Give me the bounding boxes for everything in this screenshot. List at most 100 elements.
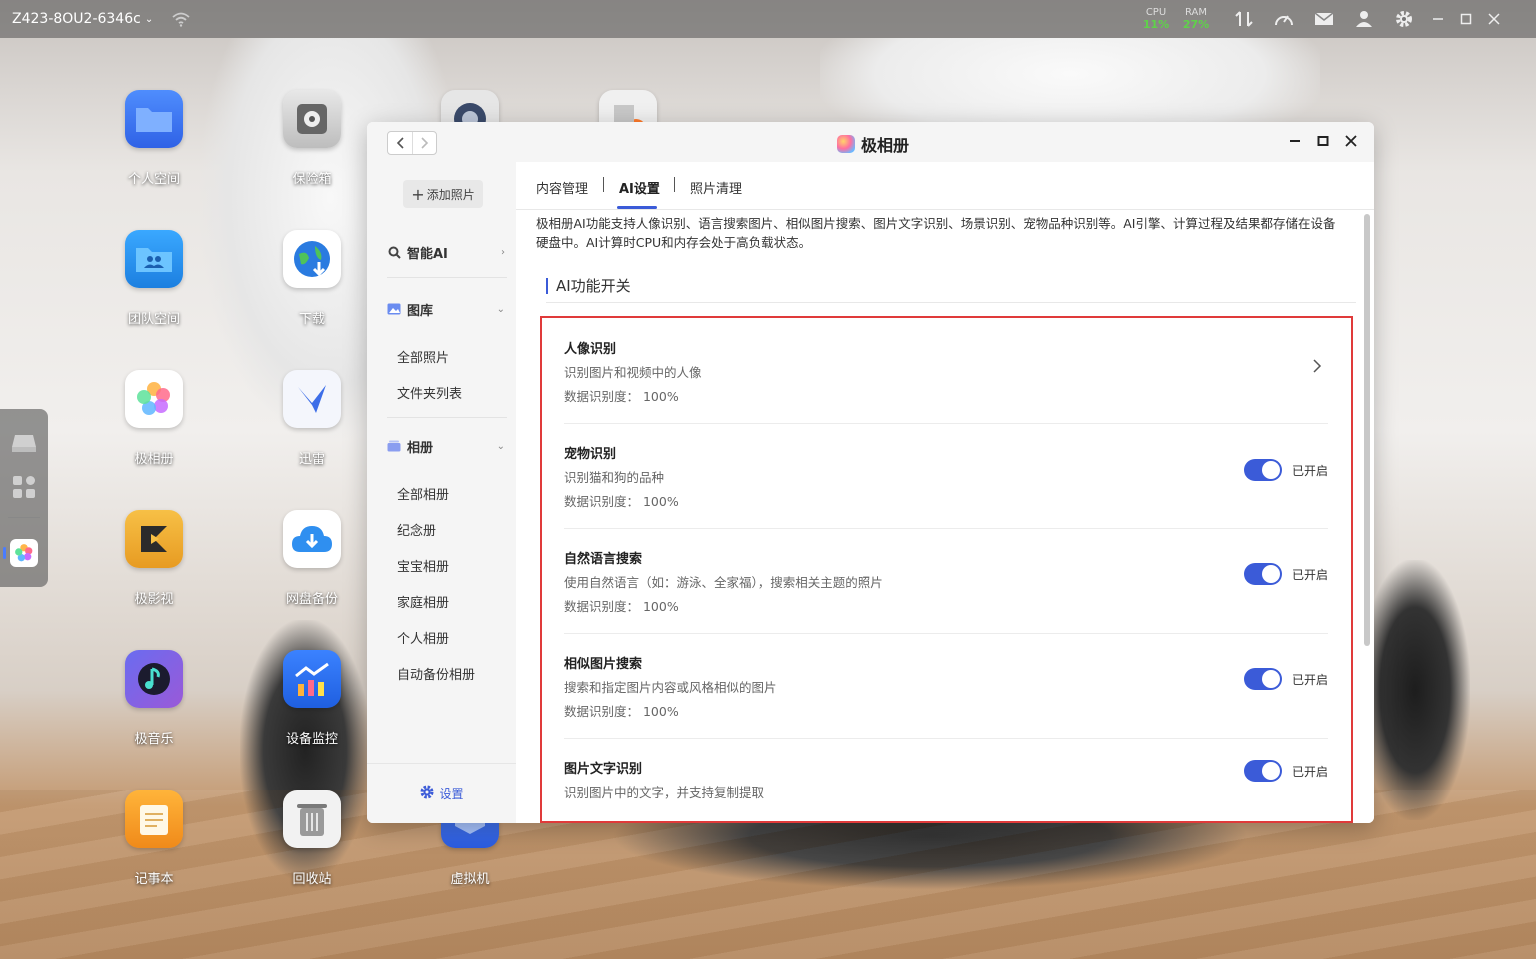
photos-icon [125, 370, 183, 428]
dock-photos-icon[interactable] [10, 539, 38, 567]
user-icon[interactable] [1344, 0, 1384, 38]
toggle-switch[interactable] [1243, 563, 1282, 585]
section-title: AI功能开关 [546, 278, 631, 294]
desktop-icon-label: 网盘备份 [285, 592, 338, 607]
back-button[interactable] [388, 132, 412, 154]
desktop-icon-label: 团队空间 [127, 312, 180, 327]
sidebar-divider [387, 417, 507, 418]
settings-label: 设置 [439, 787, 464, 801]
minimize-icon[interactable] [1424, 0, 1452, 38]
sidebar-item-label: 相册 [407, 440, 434, 456]
system-top-bar: Z423-8OU2-6346c ⌄ CPU 11% RAM 27% [0, 0, 1536, 38]
desktop-icon-video[interactable]: 极影视 [99, 510, 209, 607]
scrollbar[interactable] [1364, 214, 1370, 646]
sidebar-item-gallery[interactable]: 图库 ⌄ [387, 297, 511, 321]
desktop-icon-team-space[interactable]: 团队空间 [99, 230, 209, 327]
settings-button[interactable]: 设置 [367, 763, 516, 823]
toggle-status: 已开启 [1291, 764, 1328, 779]
sidebar-item-label: 图库 [407, 303, 434, 319]
device-selector[interactable]: Z423-8OU2-6346c ⌄ [12, 11, 153, 27]
device-name: Z423-8OU2-6346c [12, 11, 141, 27]
toggle-switch[interactable] [1243, 459, 1282, 481]
dock-apps-icon[interactable] [10, 473, 38, 501]
pet-recognition-switch: 已开启 [1243, 459, 1328, 481]
feature-name: 人像识别 [564, 342, 617, 357]
desktop-icon-safe[interactable]: 保险箱 [257, 90, 367, 187]
tab-content-management[interactable]: 内容管理 [536, 178, 588, 197]
chevron-down-icon: ⌄ [496, 303, 505, 315]
sidebar-item-smart-ai[interactable]: 智能AI › [387, 240, 511, 264]
folder-icon [125, 90, 183, 148]
desktop-icon-label: 极音乐 [134, 732, 174, 747]
notepad-icon [125, 790, 183, 848]
window-close-button[interactable] [1342, 132, 1360, 150]
feature-name: 相似图片搜索 [564, 657, 643, 672]
sidebar-item-personal-album[interactable]: 个人相册 [397, 628, 449, 647]
sidebar-item-memorial-album[interactable]: 纪念册 [397, 520, 436, 539]
sidebar-item-label: 智能AI [407, 246, 448, 262]
feature-accuracy: 数据识别度： 100% [564, 494, 679, 509]
thunder-bird-icon [283, 370, 341, 428]
feature-name: 宠物识别 [564, 447, 617, 462]
tab-photo-cleanup[interactable]: 照片清理 [690, 178, 742, 197]
desktop-icon-personal-space[interactable]: 个人空间 [99, 90, 209, 187]
desktop-icon-trash[interactable]: 回收站 [257, 790, 367, 887]
desktop-icon-label: 个人空间 [127, 172, 180, 187]
toggle-status: 已开启 [1291, 463, 1328, 478]
album-icon [387, 439, 401, 453]
feature-accuracy: 数据识别度： 100% [564, 599, 679, 614]
feature-name: 自然语言搜索 [564, 552, 643, 567]
window-controls [1286, 132, 1360, 150]
dock-drive-icon[interactable] [10, 429, 38, 457]
sidebar-item-folder-list[interactable]: 文件夹列表 [397, 383, 462, 402]
ram-meter[interactable]: RAM 27% [1176, 7, 1216, 31]
sidebar-item-auto-backup-album[interactable]: 自动备份相册 [397, 664, 475, 683]
desktop-icon-label: 极相册 [134, 452, 174, 467]
desktop-icon-label: 虚拟机 [450, 872, 490, 887]
add-photo-button[interactable]: + 添加照片 [403, 180, 483, 208]
tab-ai-settings[interactable]: AI设置 [619, 178, 660, 197]
feature-image-text-recognition: 图片文字识别 识别图片中的文字，并支持复制提取 已开启 [564, 758, 1328, 818]
gear-icon[interactable] [1384, 0, 1424, 38]
background-photo-shoe [1360, 560, 1470, 820]
desktop-icon-label: 记事本 [134, 872, 174, 887]
sidebar-item-all-photos[interactable]: 全部照片 [397, 347, 449, 366]
chevron-right-icon[interactable] [1312, 358, 1324, 374]
window-minimize-button[interactable] [1286, 132, 1304, 150]
forward-button[interactable] [412, 132, 436, 154]
speedometer-icon[interactable] [1264, 0, 1304, 38]
chevron-right-icon: › [501, 246, 505, 258]
toggle-switch[interactable] [1243, 668, 1282, 690]
feature-portrait-recognition[interactable]: 人像识别 识别图片和视频中的人像 数据识别度： 100% [564, 338, 1328, 424]
sidebar-item-baby-album[interactable]: 宝宝相册 [397, 556, 449, 575]
sidebar-item-all-albums[interactable]: 全部相册 [397, 484, 449, 503]
ai-description: 极相册AI功能支持人像识别、语言搜索图片、相似图片搜索、图片文字识别、场景识别、… [536, 216, 1336, 250]
transfer-icon[interactable] [1224, 0, 1264, 38]
feature-description: 使用自然语言（如：游泳、全家福），搜索相关主题的照片 [564, 575, 883, 590]
desktop-icon-label: 极影视 [134, 592, 174, 607]
sidebar-item-albums[interactable]: 相册 ⌄ [387, 434, 511, 458]
sidebar-item-family-album[interactable]: 家庭相册 [397, 592, 449, 611]
window-titlebar[interactable]: 极相册 [367, 122, 1374, 162]
feature-accuracy: 数据识别度： 100% [564, 389, 679, 404]
restore-icon[interactable] [1452, 0, 1480, 38]
feature-description: 识别图片和视频中的人像 [564, 365, 702, 380]
desktop-icon-device-monitor[interactable]: 设备监控 [257, 650, 367, 747]
wifi-icon[interactable] [171, 11, 191, 27]
desktop-icon-music[interactable]: 极音乐 [99, 650, 209, 747]
close-icon[interactable] [1480, 0, 1508, 38]
image-icon [387, 302, 401, 316]
mail-icon[interactable] [1304, 0, 1344, 38]
window-maximize-button[interactable] [1314, 132, 1332, 150]
desktop-icon-download[interactable]: 下载 [257, 230, 367, 327]
toggle-switch[interactable] [1243, 760, 1282, 782]
toggle-status: 已开启 [1291, 672, 1328, 687]
cpu-meter[interactable]: CPU 11% [1136, 7, 1176, 31]
desktop-icon-thunder[interactable]: 迅雷 [257, 370, 367, 467]
ram-value: 27% [1182, 18, 1210, 31]
desktop-icon-cloud-backup[interactable]: 网盘备份 [257, 510, 367, 607]
natural-language-search-switch: 已开启 [1243, 563, 1328, 585]
desktop-icon-notepad[interactable]: 记事本 [99, 790, 209, 887]
dock-active-indicator [3, 547, 6, 559]
desktop-icon-photos[interactable]: 极相册 [99, 370, 209, 467]
